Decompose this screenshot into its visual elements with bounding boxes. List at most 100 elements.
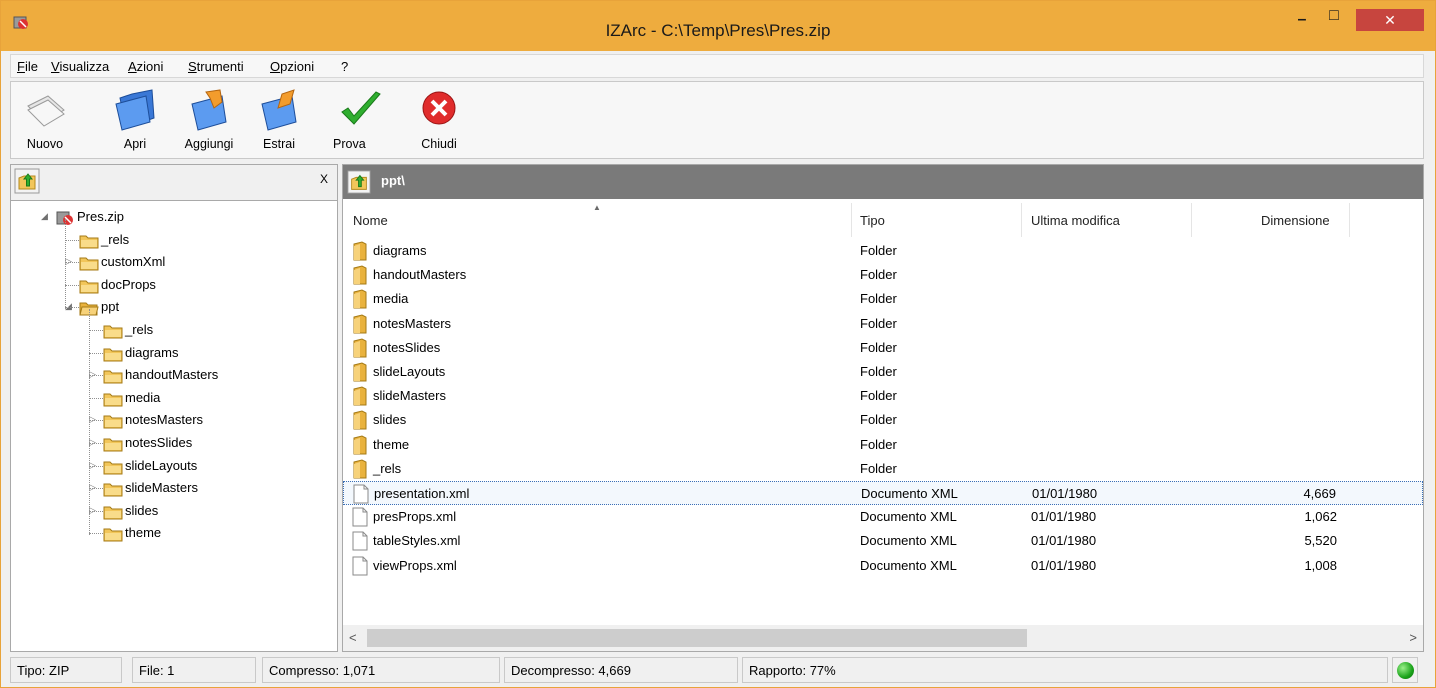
- prova-label: Prova: [333, 137, 366, 151]
- folder-icon: [79, 254, 99, 275]
- tree-item-label: slideLayouts: [125, 457, 198, 473]
- column-header-size[interactable]: Dimensione: [1261, 213, 1330, 228]
- scroll-right-icon[interactable]: >: [1409, 630, 1417, 645]
- up-folder-icon[interactable]: [347, 170, 371, 194]
- folder-icon: [79, 277, 99, 298]
- cell-type: Documento XML: [860, 533, 957, 549]
- menu-opzioni[interactable]: Opzioni: [270, 59, 314, 74]
- menu-visualizza[interactable]: Visualizza: [51, 59, 109, 74]
- app-window: IZArc - C:\Temp\Pres\Pres.zip – □ ✕ File…: [0, 0, 1436, 688]
- table-row[interactable]: viewProps.xml Documento XML 01/01/1980 1,00…: [343, 554, 1423, 578]
- table-row[interactable]: slideLayouts Folder: [343, 360, 1423, 384]
- menu-strumenti[interactable]: Strumenti: [188, 59, 244, 74]
- cell-type: Folder: [860, 388, 897, 404]
- table-row[interactable]: presProps.xml Documento XML 01/01/1980 1,06…: [343, 505, 1423, 529]
- menu-label: ile: [24, 59, 38, 74]
- title-bar[interactable]: IZArc - C:\Temp\Pres\Pres.zip – □ ✕: [1, 1, 1435, 51]
- up-folder-icon[interactable]: [14, 168, 40, 194]
- tree-connector: [89, 510, 103, 512]
- cell-name: theme: [373, 436, 410, 452]
- table-row[interactable]: diagrams Folder: [343, 239, 1423, 263]
- tree-panel-close[interactable]: X: [320, 172, 328, 186]
- status-ok-icon: [1397, 662, 1414, 679]
- cell-name: diagrams: [373, 243, 427, 258]
- column-header-modified[interactable]: Ultima modifica: [1031, 213, 1120, 228]
- folder-icon: [352, 410, 368, 433]
- close-archive-icon: [422, 91, 456, 125]
- cell-modified: 01/01/1980: [1031, 509, 1097, 525]
- tree-item-label: customXml: [101, 254, 166, 270]
- folder-icon: [103, 458, 123, 479]
- window-title: IZArc - C:\Temp\Pres\Pres.zip: [605, 21, 831, 40]
- folder-icon: [352, 314, 368, 337]
- folder-icon: [79, 232, 99, 253]
- tree-item-label: ppt: [101, 299, 120, 315]
- table-row[interactable]: slideMasters Folder: [343, 384, 1423, 408]
- tree-item-label: slides: [125, 502, 159, 518]
- estrai-button[interactable]: Estrai: [247, 88, 311, 158]
- menu-label: trumenti: [196, 59, 244, 74]
- cell-type: Folder: [860, 412, 897, 428]
- status-decompresso: Decompresso: 4,669: [504, 657, 738, 683]
- aggiungi-button[interactable]: Aggiungi: [177, 88, 241, 158]
- folder-icon: [352, 289, 368, 312]
- tree-connector: [89, 443, 103, 444]
- cell-type: Documento XML: [860, 557, 957, 573]
- column-divider[interactable]: [1021, 203, 1022, 237]
- test-checkmark-icon: [341, 91, 381, 125]
- file-icon: [352, 531, 368, 554]
- menu-file[interactable]: File: [17, 59, 38, 74]
- tree-item-label: media: [125, 389, 161, 405]
- horizontal-scrollbar[interactable]: < >: [343, 625, 1423, 651]
- column-header-name[interactable]: Nome: [353, 213, 388, 228]
- tree-connector: [65, 262, 79, 264]
- prova-button[interactable]: Prova: [329, 88, 393, 158]
- chiudi-button[interactable]: Chiudi: [407, 88, 471, 158]
- table-row[interactable]: media Folder: [343, 287, 1423, 311]
- table-row[interactable]: notesSlides Folder: [343, 336, 1423, 360]
- menu-help[interactable]: ?: [341, 59, 348, 74]
- table-row[interactable]: notesMasters Folder: [343, 312, 1423, 336]
- cell-name: handoutMasters: [373, 267, 467, 283]
- apri-button[interactable]: Apri: [103, 88, 167, 158]
- table-row[interactable]: slides Folder: [343, 408, 1423, 432]
- cell-type: Folder: [860, 291, 897, 307]
- tree-connector: [65, 239, 79, 241]
- menu-azioni[interactable]: Azioni: [128, 59, 163, 74]
- column-header-type[interactable]: Tipo: [860, 213, 885, 228]
- minimize-button[interactable]: –: [1287, 11, 1317, 41]
- close-button[interactable]: ✕: [1356, 9, 1424, 31]
- new-archive-icon: [27, 95, 65, 127]
- table-row[interactable]: theme Folder: [343, 433, 1423, 457]
- scroll-left-icon[interactable]: <: [349, 630, 357, 645]
- table-row[interactable]: handoutMasters Folder: [343, 263, 1423, 287]
- cell-type: Folder: [860, 267, 897, 283]
- file-icon: [352, 556, 368, 579]
- menu-accel: O: [270, 59, 281, 74]
- collapse-icon[interactable]: ◢: [41, 211, 48, 222]
- column-divider[interactable]: [851, 203, 852, 237]
- maximize-button[interactable]: □: [1319, 7, 1349, 37]
- tree-item-label: diagrams: [125, 344, 179, 360]
- folder-icon: [352, 338, 368, 361]
- menu-label: ?: [341, 59, 349, 74]
- tree-panel-header: X: [11, 165, 337, 201]
- cell-size: 5,520: [1304, 533, 1337, 549]
- cell-size: 1,008: [1304, 557, 1337, 573]
- column-divider[interactable]: [1349, 203, 1350, 237]
- nuovo-button[interactable]: Nuovo: [13, 88, 77, 158]
- menu-accel: F: [17, 59, 25, 74]
- scroll-thumb[interactable]: [367, 629, 1027, 647]
- table-row[interactable]: tableStyles.xml Documento XML 01/01/1980 5,…: [343, 529, 1423, 553]
- tree-connector: [65, 219, 66, 310]
- folder-icon: [352, 362, 368, 385]
- table-row[interactable]: _rels Folder: [343, 457, 1423, 481]
- tree-item-label: theme: [125, 525, 162, 541]
- folder-tree-panel: X ◢ Pres.zip _rels ▷ customXml docProps ◢ ppt _r…: [10, 164, 338, 652]
- menu-label: pzioni: [280, 59, 315, 74]
- folder-icon: [352, 459, 368, 482]
- cell-type: Folder: [860, 436, 897, 452]
- apri-label: Apri: [123, 137, 147, 151]
- table-row[interactable]: presentation.xml Documento XML 01/01/1980 4…: [343, 481, 1423, 505]
- column-divider[interactable]: [1191, 203, 1192, 237]
